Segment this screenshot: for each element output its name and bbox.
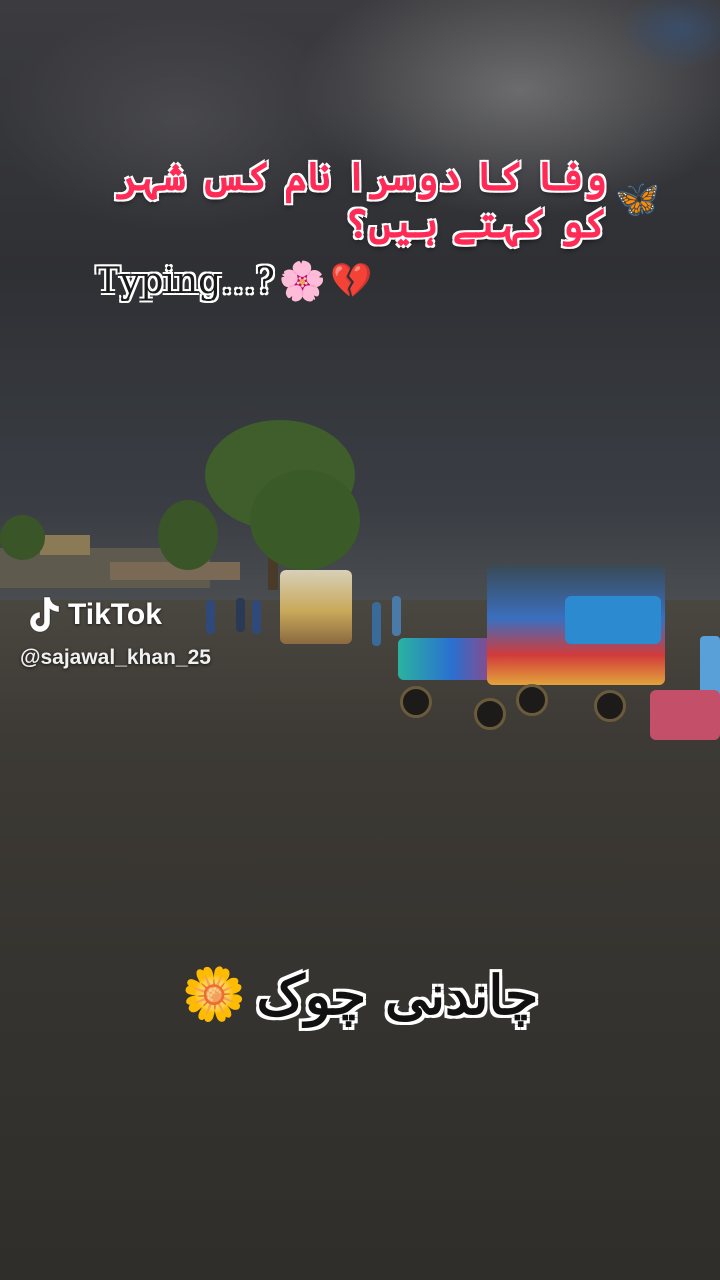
sky-patch	[620, 0, 720, 70]
person	[392, 596, 401, 636]
caption-overlay: 🌼 چاندنی چوک	[160, 930, 560, 1060]
cart-wheel	[400, 686, 432, 718]
tiktok-watermark: TikTok	[22, 590, 162, 640]
butterfly-icon: 🦋	[615, 179, 660, 220]
headline-text: وفا کا دوسرا نام کس شہر کو کہتے ہیں؟	[115, 153, 608, 247]
tiktok-brand: TikTok	[68, 598, 162, 631]
tree-canopy	[0, 515, 45, 560]
tree-canopy	[158, 500, 218, 570]
headline-overlay: وفا کا دوسرا نام کس شہر کو کہتے ہیں؟ 🦋	[80, 150, 660, 250]
sunflower-icon: 🌼	[181, 965, 247, 1025]
truck-tarp	[565, 596, 661, 644]
cherry-blossom-icon: 🌸	[278, 259, 327, 303]
person	[252, 600, 261, 634]
motorbike	[650, 690, 720, 740]
person	[372, 602, 381, 646]
truck-wheel	[594, 690, 626, 722]
creator-handle: @sajawal_khan_25	[20, 646, 211, 669]
tiktok-logo-icon	[22, 593, 62, 637]
caption-text: چاندنی چوک	[256, 963, 539, 1027]
truck-wheel	[516, 684, 548, 716]
bus	[280, 570, 352, 644]
shop-building	[40, 535, 90, 555]
person	[236, 598, 245, 632]
broken-heart-icon: 💔	[330, 261, 373, 301]
tree-canopy	[250, 470, 360, 570]
typing-row: Typing...? 🌸 💔	[96, 255, 372, 307]
person	[206, 600, 215, 634]
cart-wheel	[474, 698, 506, 730]
typing-text: Typing...?	[96, 260, 275, 302]
